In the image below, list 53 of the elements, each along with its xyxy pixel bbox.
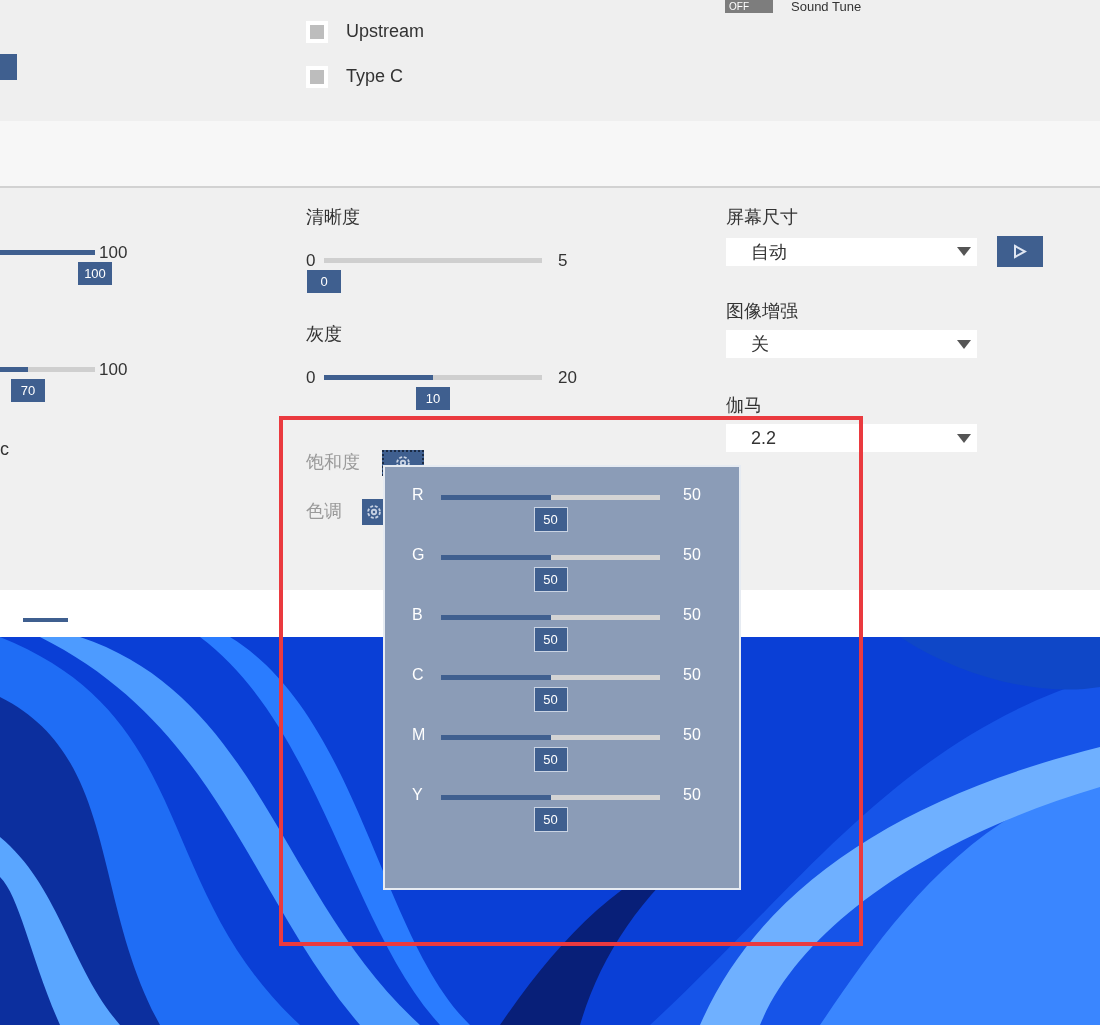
field-label: c [0,438,9,461]
slider-thumb[interactable]: 10 [416,386,450,410]
slider-max-label: 20 [558,368,577,386]
channel-reading: 50 [683,727,701,743]
channel-label: C [411,667,425,683]
tab-indicator [23,618,68,622]
caret-icon [957,247,971,256]
caret-icon [957,433,971,443]
dropdown-title: 图像增强 [726,302,799,320]
dropdown[interactable]: 关 [726,330,977,358]
slider-min-label: 0 [306,368,317,386]
slider-max-label: 5 [558,251,568,269]
slider-title: 灰度 [306,325,343,343]
slider-thumb[interactable]: 50 [533,507,568,532]
slider-max-label: 100 [99,361,128,378]
toggle-switch[interactable]: OFF [725,0,773,13]
slider-thumb[interactable]: 50 [533,567,568,592]
channel-label: G [411,547,426,563]
slider-thumb[interactable]: 50 [533,747,568,772]
color-adjust-label: 饱和度 [306,451,361,474]
dropdown-title: 屏幕尺寸 [726,208,799,226]
dropdown[interactable]: 2.2 [726,424,977,452]
channel-reading: 50 [683,787,701,803]
checkbox-label: Upstream [346,20,425,43]
checkbox[interactable] [306,65,328,88]
toggle-state: OFF [729,1,749,12]
slider-thumb[interactable]: 70 [11,379,46,402]
toggle-label: Sound Tune [791,0,862,13]
settings-icon [367,504,381,519]
slider-thumb[interactable]: 50 [533,627,568,652]
channel-reading: 50 [683,667,701,683]
channel-label: M [411,727,427,743]
slider-title: 清晰度 [306,208,361,226]
slider-thumb[interactable]: 100 [78,262,112,285]
caret-icon [957,339,971,349]
play-button[interactable] [997,236,1043,267]
dropdown[interactable]: 自动 [726,237,977,266]
channel-reading: 50 [683,607,701,623]
channel-label: Y [411,787,424,803]
channel-reading: 50 [683,547,701,563]
checkbox[interactable] [306,20,328,43]
slider-thumb[interactable]: 50 [533,687,568,712]
dropdown-title: 伽马 [726,396,763,414]
channel-label: B [411,607,424,623]
color-adjust-label: 色调 [306,500,343,523]
checkbox-label: Type C [346,65,404,88]
play-icon [1013,244,1027,259]
slider-max-label: 100 [99,244,128,261]
channel-reading: 50 [683,487,701,503]
action-button[interactable] [0,54,17,80]
slider-thumb[interactable]: 0 [307,269,341,293]
slider-thumb[interactable]: 50 [533,807,568,832]
channel-label: R [411,487,425,503]
